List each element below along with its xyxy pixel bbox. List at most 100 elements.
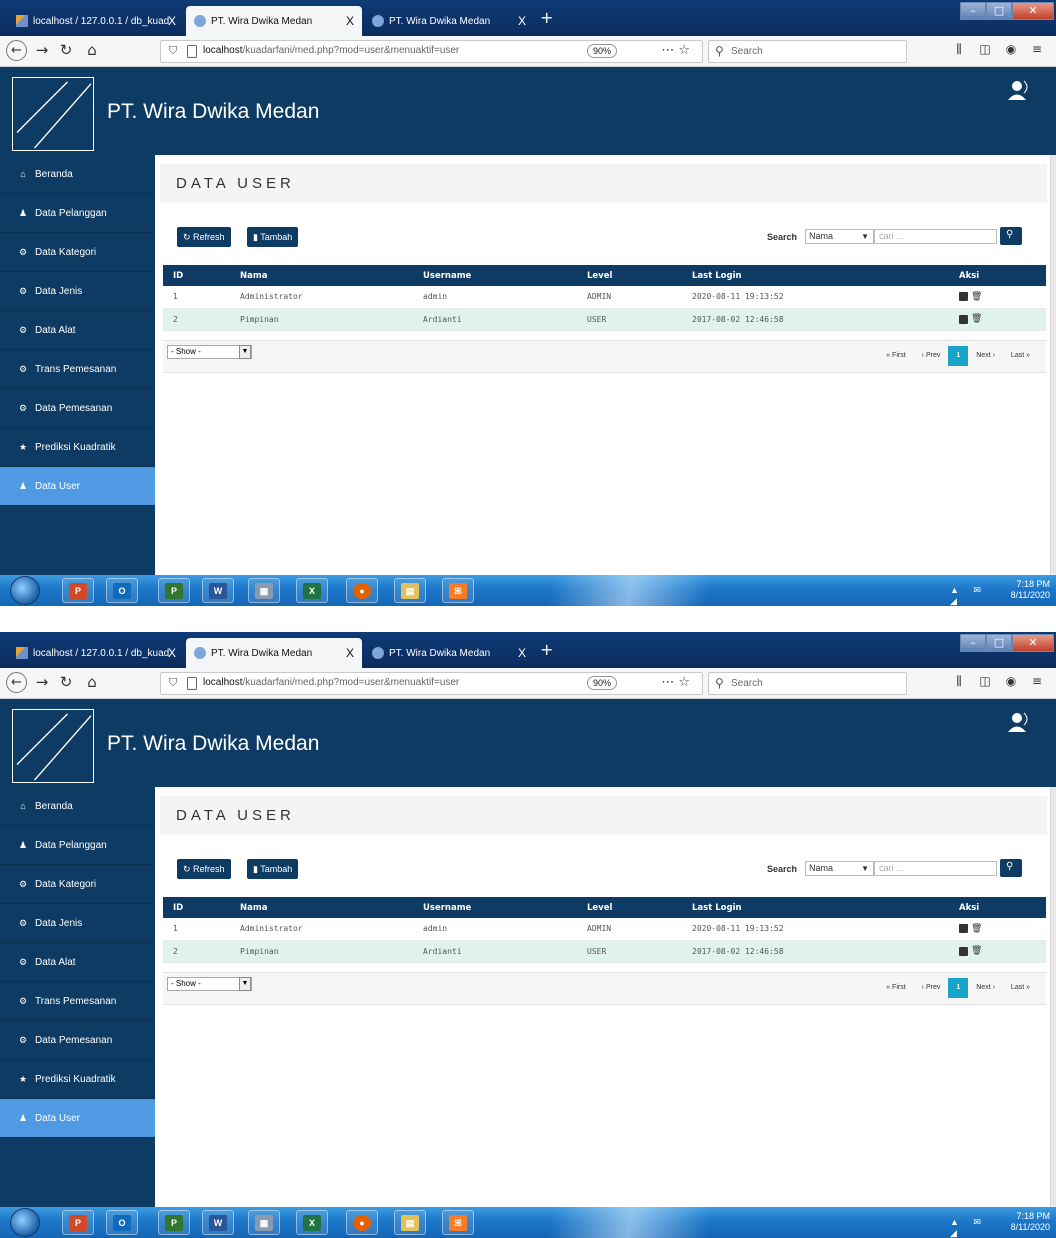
- search-field-select[interactable]: Nama ▼: [805, 861, 874, 876]
- page-scrollbar[interactable]: [1050, 155, 1056, 575]
- next-page-link[interactable]: Next ›: [968, 978, 1003, 998]
- search-field-select[interactable]: Nama ▼: [805, 229, 874, 244]
- user-profile-icon[interactable]: [1008, 711, 1030, 733]
- column-header[interactable]: ID: [163, 265, 230, 286]
- sidebar-item-prediksi-kuadratik[interactable]: ★ Prediksi Kuadratik: [0, 428, 155, 467]
- account-icon[interactable]: ◉: [998, 674, 1024, 689]
- sidebar-item-data-user[interactable]: ♟ Data User: [0, 1099, 155, 1138]
- browser-tab-phpmyadmin[interactable]: localhost / 127.0.0.1 / db_kuad X: [8, 638, 184, 668]
- first-page-link[interactable]: « First: [878, 346, 913, 366]
- current-page[interactable]: 1: [948, 346, 969, 366]
- tab-close-button[interactable]: X: [168, 646, 176, 660]
- tab-close-button[interactable]: X: [346, 646, 354, 660]
- sidebar-item-beranda[interactable]: ⌂ Beranda: [0, 787, 155, 826]
- page-scrollbar[interactable]: [1050, 787, 1056, 1207]
- search-submit-button[interactable]: ⚲: [1000, 859, 1022, 877]
- browser-tab-active[interactable]: PT. Wira Dwika Medan X: [186, 638, 362, 668]
- word-icon[interactable]: W: [202, 578, 234, 603]
- sidebar-item-data-alat[interactable]: ⚙ Data Alat: [0, 943, 155, 982]
- first-page-link[interactable]: « First: [878, 978, 913, 998]
- trash-icon[interactable]: 🗑: [971, 314, 982, 324]
- tambah-button[interactable]: ▮ Tambah: [247, 859, 299, 879]
- outlook-icon[interactable]: O: [106, 578, 138, 603]
- show-count-select[interactable]: - Show - ▼: [167, 345, 252, 359]
- user-profile-icon[interactable]: [1008, 79, 1030, 101]
- prev-page-link[interactable]: ‹ Prev: [914, 346, 949, 366]
- tray-icons[interactable]: ▲ ✉ ◢: [950, 585, 990, 606]
- powerpoint-icon[interactable]: P: [62, 578, 94, 603]
- edit-icon[interactable]: [959, 946, 968, 956]
- clock[interactable]: 7:18 PM 8/11/2020: [994, 1211, 1050, 1233]
- sidebar-item-trans-pemesanan[interactable]: ⚙ Trans Pemesanan: [0, 350, 155, 389]
- page-actions-icon[interactable]: ⋯☆: [661, 675, 694, 690]
- sidebar-item-data-pelanggan[interactable]: ♟ Data Pelanggan: [0, 194, 155, 233]
- browser-tab-3[interactable]: PT. Wira Dwika Medan X: [364, 638, 534, 668]
- column-header[interactable]: Nama: [230, 265, 413, 286]
- sidebar-item-data-pelanggan[interactable]: ♟ Data Pelanggan: [0, 826, 155, 865]
- project-icon[interactable]: P: [158, 1210, 190, 1235]
- trash-icon[interactable]: 🗑: [971, 924, 982, 934]
- tab-close-button[interactable]: X: [518, 14, 526, 28]
- search-input[interactable]: cari ...: [874, 861, 997, 876]
- library-icon[interactable]: ⫼: [946, 42, 972, 57]
- show-count-select[interactable]: - Show - ▼: [167, 977, 252, 991]
- close-window-icon[interactable]: ✕: [1012, 634, 1054, 652]
- home-icon[interactable]: ⌂: [82, 673, 102, 691]
- refresh-button[interactable]: ↻ Refresh: [177, 227, 231, 247]
- url-bar[interactable]: ⛉ localhost/kuadarfani/med.php?mod=user&…: [160, 40, 703, 63]
- forward-arrow-icon[interactable]: →: [32, 41, 52, 59]
- column-header[interactable]: Username: [413, 897, 577, 918]
- tab-close-button[interactable]: X: [346, 14, 354, 28]
- minimize-icon[interactable]: –: [960, 2, 986, 20]
- reload-icon[interactable]: ↻: [56, 41, 76, 59]
- column-header[interactable]: Nama: [230, 897, 413, 918]
- sidebar-item-data-kategori[interactable]: ⚙ Data Kategori: [0, 865, 155, 904]
- excel-icon[interactable]: X: [296, 578, 328, 603]
- clock[interactable]: 7:18 PM 8/11/2020: [994, 579, 1050, 601]
- tambah-button[interactable]: ▮ Tambah: [247, 227, 299, 247]
- maximize-icon[interactable]: □: [986, 634, 1012, 652]
- menu-icon[interactable]: ≡: [1024, 674, 1050, 689]
- tab-close-button[interactable]: X: [518, 646, 526, 660]
- calculator-icon[interactable]: ▦: [248, 578, 280, 603]
- sidebar-item-data-alat[interactable]: ⚙ Data Alat: [0, 311, 155, 350]
- project-icon[interactable]: P: [158, 578, 190, 603]
- excel-icon[interactable]: X: [296, 1210, 328, 1235]
- start-button[interactable]: [10, 576, 40, 605]
- column-header[interactable]: Username: [413, 265, 577, 286]
- menu-icon[interactable]: ≡: [1024, 42, 1050, 57]
- column-header[interactable]: Last Login: [682, 897, 949, 918]
- trash-icon[interactable]: 🗑: [971, 292, 982, 302]
- home-icon[interactable]: ⌂: [82, 41, 102, 59]
- last-page-link[interactable]: Last »: [1003, 346, 1038, 366]
- sidebar-item-data-pemesanan[interactable]: ⚙ Data Pemesanan: [0, 1021, 155, 1060]
- new-tab-button[interactable]: +: [540, 640, 553, 659]
- page-info-icon[interactable]: [187, 45, 197, 58]
- edit-icon[interactable]: [959, 924, 968, 934]
- sidebar-item-trans-pemesanan[interactable]: ⚙ Trans Pemesanan: [0, 982, 155, 1021]
- sidebar-item-data-jenis[interactable]: ⚙ Data Jenis: [0, 272, 155, 311]
- page-info-icon[interactable]: [187, 677, 197, 690]
- account-icon[interactable]: ◉: [998, 42, 1024, 57]
- file-explorer-icon[interactable]: ▤: [394, 578, 426, 603]
- maximize-icon[interactable]: □: [986, 2, 1012, 20]
- back-arrow-icon[interactable]: ←: [6, 40, 27, 61]
- column-header[interactable]: Last Login: [682, 265, 949, 286]
- current-page[interactable]: 1: [948, 978, 969, 998]
- firefox-icon[interactable]: ●: [346, 578, 378, 603]
- sidebar-item-data-user[interactable]: ♟ Data User: [0, 467, 155, 506]
- zoom-indicator[interactable]: 90%: [587, 676, 618, 690]
- url-bar[interactable]: ⛉ localhost/kuadarfani/med.php?mod=user&…: [160, 672, 703, 695]
- browser-tab-active[interactable]: PT. Wira Dwika Medan X: [186, 6, 362, 36]
- xampp-icon[interactable]: ꕤ: [442, 578, 474, 603]
- sidebar-item-data-jenis[interactable]: ⚙ Data Jenis: [0, 904, 155, 943]
- column-header[interactable]: ID: [163, 897, 230, 918]
- browser-tab-phpmyadmin[interactable]: localhost / 127.0.0.1 / db_kuad X: [8, 6, 184, 36]
- minimize-icon[interactable]: –: [960, 634, 986, 652]
- sidebar-item-prediksi-kuadratik[interactable]: ★ Prediksi Kuadratik: [0, 1060, 155, 1099]
- column-header[interactable]: Level: [577, 265, 682, 286]
- next-page-link[interactable]: Next ›: [968, 346, 1003, 366]
- new-tab-button[interactable]: +: [540, 8, 553, 27]
- close-window-icon[interactable]: ✕: [1012, 2, 1054, 20]
- word-icon[interactable]: W: [202, 1210, 234, 1235]
